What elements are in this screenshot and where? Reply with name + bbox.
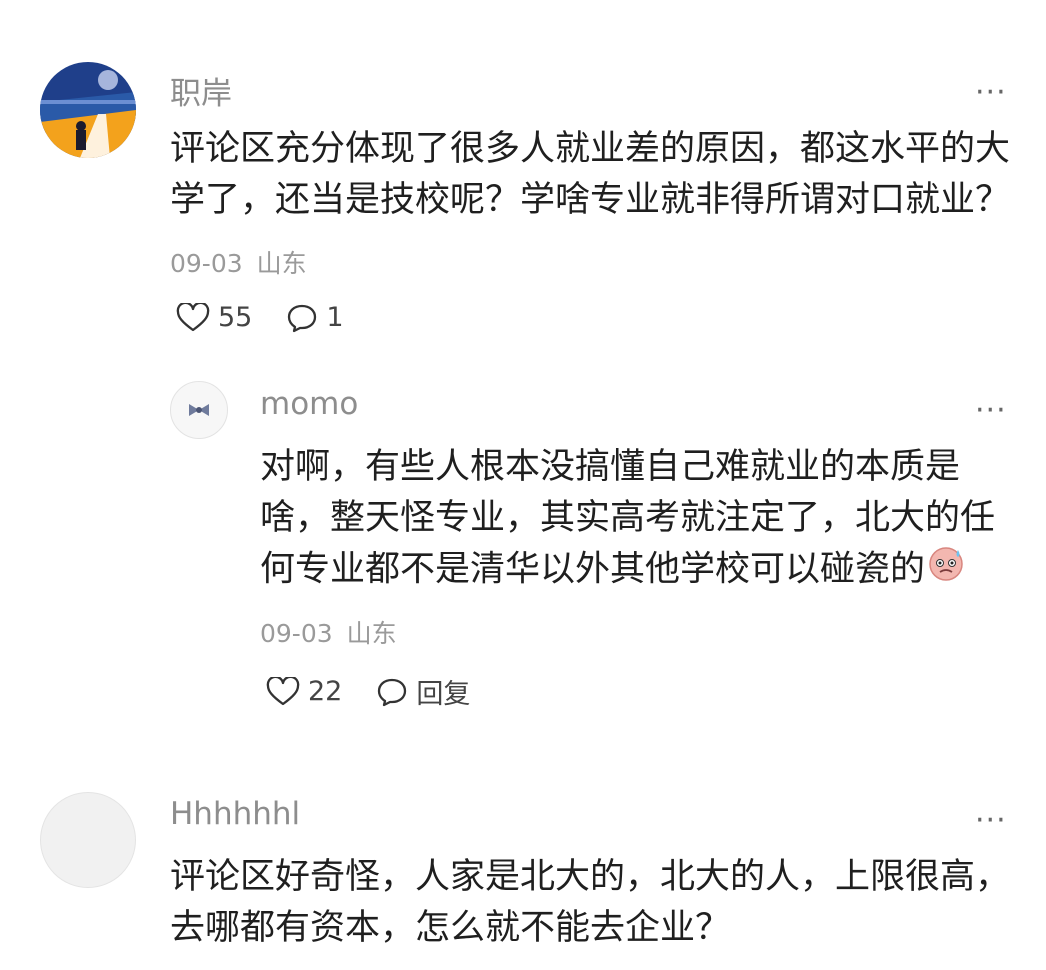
heart-outline-icon xyxy=(176,302,210,331)
more-options-icon[interactable]: ··· xyxy=(975,78,1007,108)
speech-bubble-icon xyxy=(288,304,317,332)
comment-text: 评论区充分体现了很多人就业差的原因，都这水平的大学了，还当是技校呢？学啥专业就非… xyxy=(170,129,1011,220)
comment-actions: 55 1 xyxy=(176,302,344,333)
avatar[interactable] xyxy=(170,381,228,439)
comment-text: 评论区好奇怪，人家是北大的，北大的人，上限很高，去哪都有资本，怎么就不能去企业？ xyxy=(170,857,1011,948)
username[interactable]: 职岸 xyxy=(170,68,232,113)
reply-button[interactable]: 回复 xyxy=(376,672,470,711)
avatar[interactable] xyxy=(40,62,136,158)
comment-date: 09-03 xyxy=(260,619,333,648)
more-options-icon[interactable]: ··· xyxy=(975,806,1007,836)
reply-label: 回复 xyxy=(416,679,471,710)
more-options-icon[interactable]: ··· xyxy=(975,396,1007,426)
reply-count-button[interactable]: 1 xyxy=(286,302,344,333)
comment-text: 对啊，有些人根本没搞懂自己难就业的本质是啥，整天怪专业，其实高考就注定了，北大的… xyxy=(260,442,1006,597)
comment-meta: 09-03 山东 xyxy=(170,244,307,280)
heart-outline-icon xyxy=(266,676,300,705)
like-count: 55 xyxy=(218,302,253,333)
comment-meta: 09-03 山东 xyxy=(260,614,397,650)
like-button[interactable]: 22 xyxy=(266,676,342,707)
reply-count: 1 xyxy=(326,302,344,333)
sweat-face-emoji xyxy=(927,544,965,597)
comment-location: 山东 xyxy=(256,249,307,278)
comment-location: 山东 xyxy=(346,619,397,648)
like-button[interactable]: 55 xyxy=(176,302,252,333)
like-count: 22 xyxy=(308,676,343,707)
speech-bubble-icon xyxy=(378,678,407,706)
avatar[interactable] xyxy=(40,792,136,888)
username[interactable]: momo xyxy=(260,386,358,422)
comment-text-body: 对啊，有些人根本没搞懂自己难就业的本质是啥，整天怪专业，其实高考就注定了，北大的… xyxy=(260,447,996,590)
username[interactable]: Hhhhhhl xyxy=(170,796,300,832)
comment-date: 09-03 xyxy=(170,249,243,278)
comment-actions: 22 回复 xyxy=(266,672,470,711)
